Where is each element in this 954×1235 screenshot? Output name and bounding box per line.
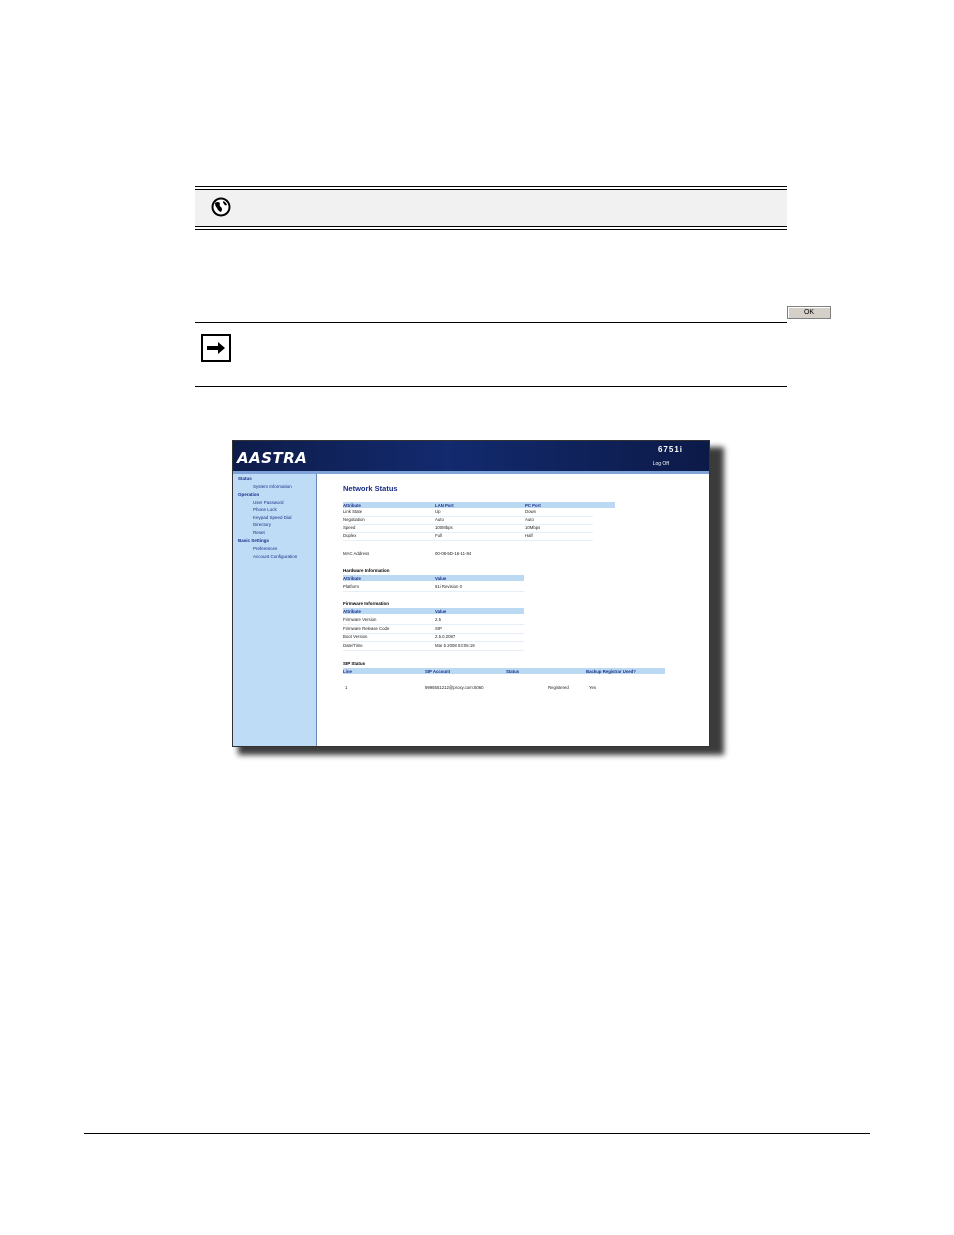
- arrow-right-icon: [201, 334, 231, 362]
- ok-button[interactable]: OK: [787, 306, 831, 319]
- note-box: [195, 322, 787, 387]
- column-header: Value: [435, 608, 447, 614]
- column-header: Attribute: [343, 502, 361, 508]
- network-table-header: Attribute LAN Port PC Port: [343, 502, 615, 508]
- table-cell: Down: [525, 509, 536, 514]
- firmware-table-header: Attribute Value: [343, 608, 524, 614]
- table-cell: Auto: [435, 517, 444, 522]
- table-row: Negotiation Auto Auto: [343, 517, 593, 525]
- table-row: MAC Address 00-08-5D-16-11-84: [343, 551, 593, 558]
- column-header: Backup Registrar Used?: [586, 668, 636, 674]
- table-row: Firmware Release Code SIP: [343, 626, 524, 634]
- table-row: Duplex Full Half: [343, 533, 593, 541]
- page-title: Network Status: [343, 484, 398, 493]
- table-cell: 100Mbps: [435, 525, 453, 530]
- sidebar-item-account-configuration[interactable]: Account Configuration: [253, 554, 297, 559]
- table-row: Boot Version 2.5.0.2087: [343, 634, 524, 642]
- table-cell: Boot Version: [343, 634, 368, 639]
- sip-table-header: Line SIP Account Status Backup Registrar…: [343, 668, 665, 674]
- table-cell: 51i Revision 0: [435, 584, 462, 589]
- column-header: PC Port: [525, 502, 541, 508]
- column-header: Attribute: [343, 575, 361, 581]
- mac-address-label: MAC Address: [343, 551, 370, 556]
- column-header: LAN Port: [435, 502, 454, 508]
- table-cell: Auto: [525, 517, 534, 522]
- section-title: Firmware Information: [343, 601, 390, 606]
- table-cell: Full: [435, 533, 442, 538]
- web-ui-sidebar: Status System Information Operation User…: [233, 474, 317, 746]
- divider: [195, 186, 787, 187]
- mac-address-value: 00-08-5D-16-11-84: [435, 551, 472, 556]
- table-cell: 10Mbps: [525, 525, 541, 530]
- sidebar-item-directory[interactable]: Directory: [253, 522, 271, 527]
- web-ui-screenshot: AASTRA 6751i Log Off Status System Infor…: [232, 440, 710, 747]
- table-row: Platform 51i Revision 0: [343, 584, 524, 592]
- table-cell: SIP: [435, 626, 442, 631]
- sidebar-item-preferences[interactable]: Preferences: [253, 546, 277, 551]
- logoff-link[interactable]: Log Off: [653, 461, 669, 467]
- sidebar-group-basic-settings[interactable]: Basic Settings: [238, 538, 269, 543]
- globe-icon: [211, 197, 231, 217]
- table-cell: Half: [525, 533, 533, 538]
- table-cell: Date/Time: [343, 643, 363, 648]
- hardware-table-header: Attribute Value: [343, 575, 524, 581]
- section-title: Hardware Information: [343, 568, 390, 573]
- sidebar-item-keypad-speed-dial[interactable]: Keypad Speed Dial: [253, 515, 292, 520]
- table-cell: Duplex: [343, 533, 357, 538]
- aastra-logo: AASTRA: [237, 449, 308, 467]
- table-cell: Firmware Version: [343, 617, 377, 622]
- divider: [195, 226, 787, 227]
- table-cell: 1: [345, 685, 348, 690]
- table-cell: Mar 5 2008 03:05:19: [435, 643, 475, 648]
- table-cell: Link State: [343, 509, 363, 514]
- table-row: Speed 100Mbps 10Mbps: [343, 525, 593, 533]
- table-cell: 2.5.0.2087: [435, 634, 456, 639]
- table-cell: Firmware Release Code: [343, 626, 390, 631]
- table-cell: Negotiation: [343, 517, 365, 522]
- model-label: 6751i: [657, 445, 683, 454]
- table-cell: Registered: [548, 685, 569, 690]
- table-cell: Platform: [343, 584, 359, 589]
- sidebar-group-operation[interactable]: Operation: [238, 492, 259, 497]
- table-row: Link State Up Down: [343, 509, 593, 517]
- divider: [195, 322, 787, 323]
- sidebar-group-status[interactable]: Status: [238, 476, 252, 481]
- table-cell: 9995551212@proxy.com:5060: [425, 685, 484, 690]
- table-row: Firmware Version 2.5: [343, 617, 524, 625]
- note-shading: [195, 189, 787, 227]
- table-cell: Speed: [343, 525, 356, 530]
- column-header: SIP Account: [425, 668, 451, 674]
- section-title: SIP Status: [343, 661, 366, 666]
- sidebar-item-user-password[interactable]: User Password: [253, 500, 284, 505]
- footer-divider: [84, 1133, 870, 1134]
- globe-note-box: [195, 186, 787, 230]
- web-ui-main: Network Status Attribute LAN Port PC Por…: [317, 474, 709, 746]
- table-cell: 2.5: [435, 617, 441, 622]
- sidebar-item-reset[interactable]: Reset: [253, 530, 265, 535]
- divider: [195, 386, 787, 387]
- web-ui-header: AASTRA 6751i Log Off: [233, 441, 709, 474]
- sidebar-item-phone-lock[interactable]: Phone Lock: [253, 507, 277, 512]
- column-header: Status: [506, 668, 520, 674]
- sidebar-item-system-information[interactable]: System Information: [253, 484, 292, 489]
- divider: [195, 229, 787, 230]
- column-header: Attribute: [343, 608, 361, 614]
- column-header: Value: [435, 575, 447, 581]
- table-cell: Up: [435, 509, 441, 514]
- table-row: 1 9995551212@proxy.com:5060 Registered Y…: [343, 685, 665, 692]
- table-row: Date/Time Mar 5 2008 03:05:19: [343, 643, 524, 651]
- column-header: Line: [343, 668, 352, 674]
- table-cell: Yes: [589, 685, 597, 690]
